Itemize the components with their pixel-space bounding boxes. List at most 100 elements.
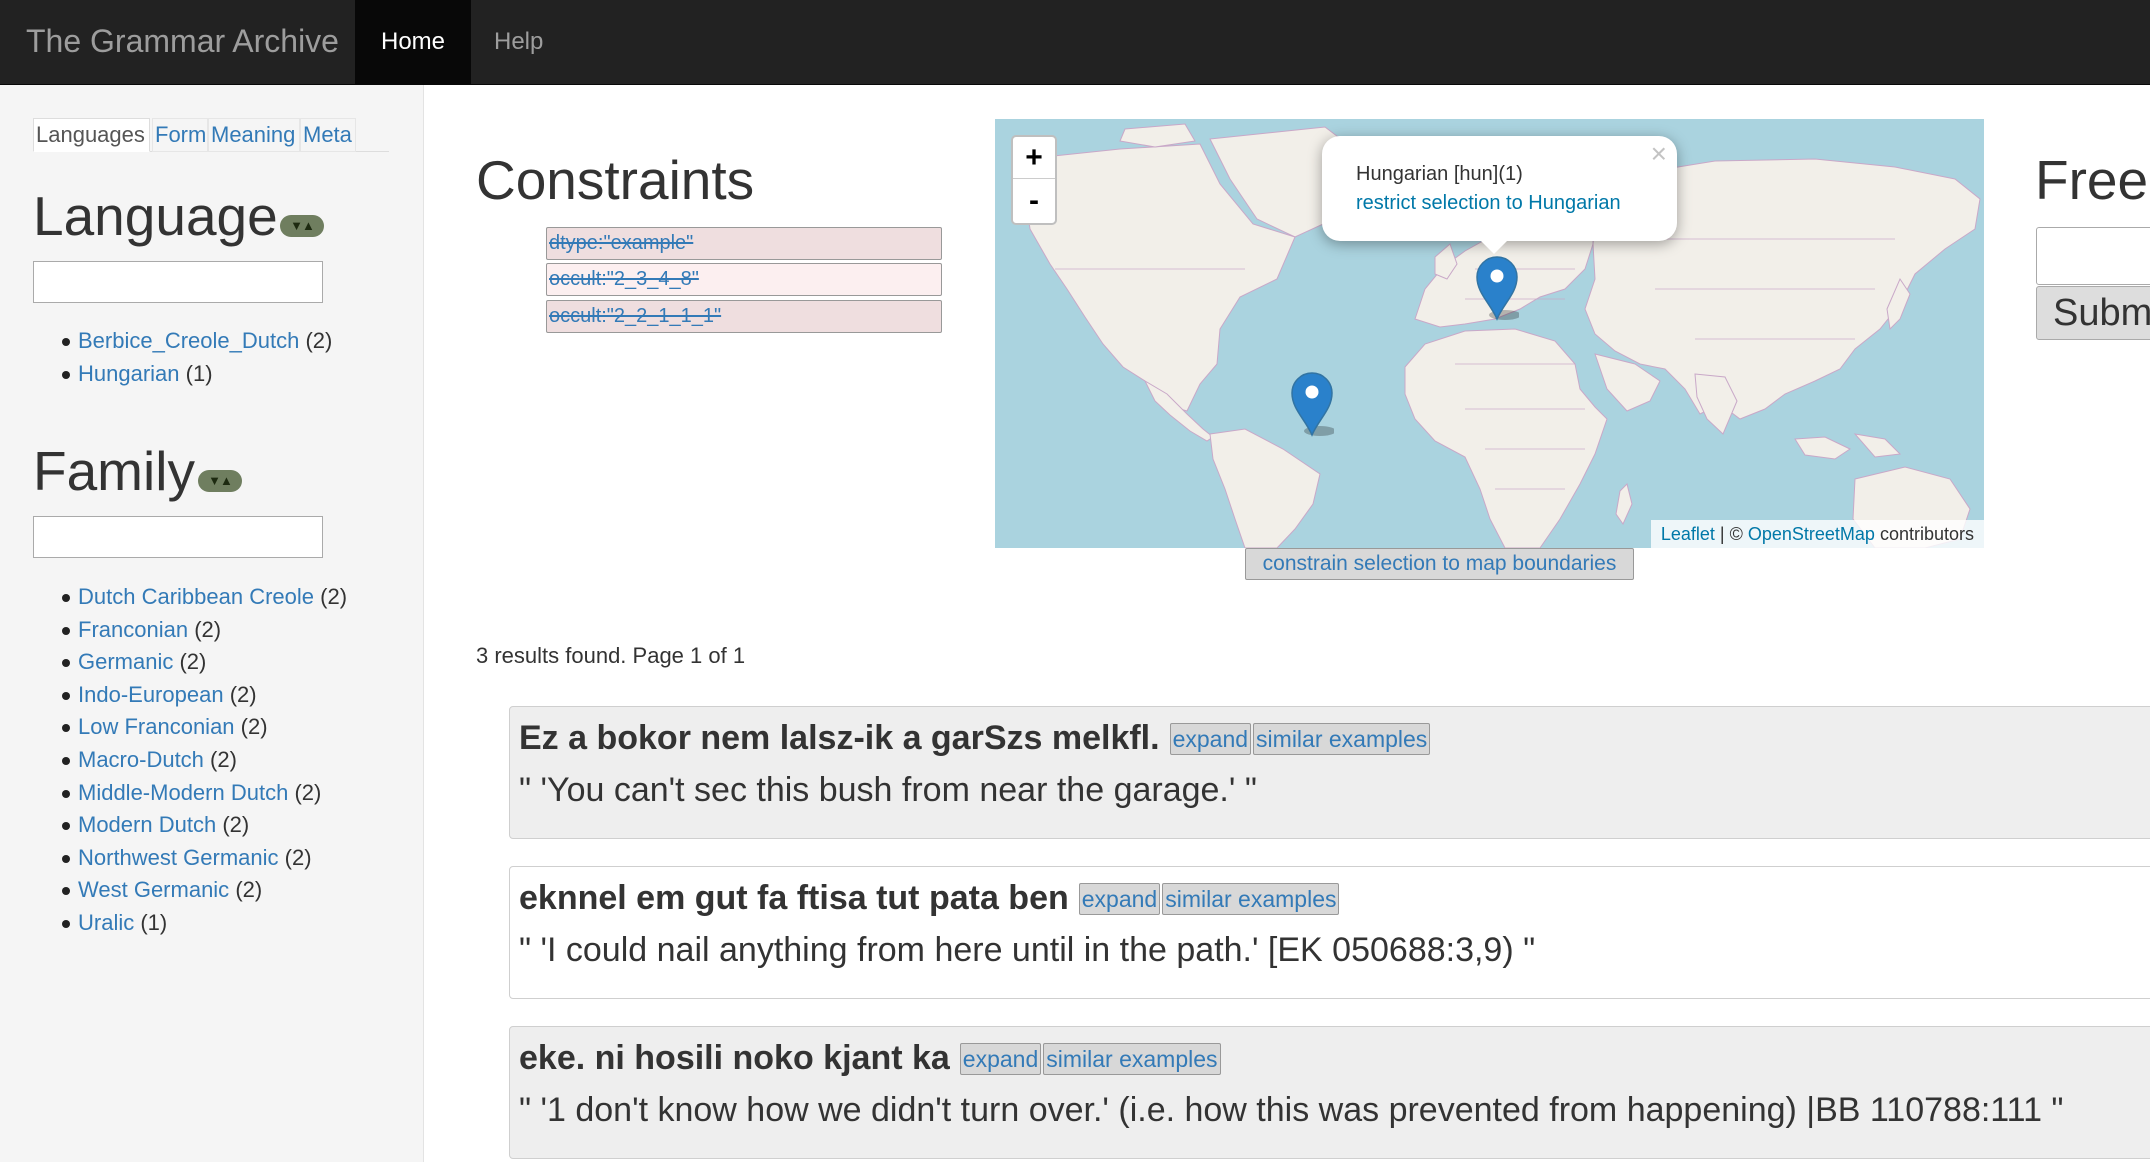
map[interactable]: + - Hungarian [hun](1) restrict selectio… (995, 119, 1984, 548)
language-link[interactable]: Berbice_Creole_Dutch (78, 328, 299, 353)
language-toggle-button[interactable]: ▼▲ (280, 215, 324, 237)
map-marker-berbice[interactable] (1290, 371, 1334, 437)
result-card: eknnel em gut fa ftisa tut pata ben expan… (509, 866, 2150, 999)
result-translation: " 'You can't sec this bush from near the… (519, 771, 1257, 809)
facet-count: (2) (240, 714, 268, 740)
facet-count: (2) (194, 616, 222, 642)
result-header: eke. ni hosili noko kjant ka expand simila… (519, 1039, 1221, 1078)
result-translation: " 'I could nail anything from here until… (519, 931, 1536, 969)
family-link[interactable]: Macro-Dutch (78, 747, 204, 772)
result-form: eke. ni hosili noko kjant ka (519, 1039, 950, 1077)
results-summary: 3 results found. Page 1 of 1 (476, 643, 746, 668)
facet-count: (2) (210, 746, 237, 772)
result-header: eknnel em gut fa ftisa tut pata ben expan… (519, 879, 1340, 918)
facet-count: (1) (185, 360, 213, 386)
leaflet-link[interactable]: Leaflet (1661, 524, 1715, 544)
brand-title[interactable]: The Grammar Archive (26, 0, 339, 85)
similar-examples-button[interactable]: similar examples (1043, 1042, 1221, 1075)
facet-tabs: Languages Form Meaning Meta (33, 118, 389, 152)
family-item: Northwest Germanic (2) (61, 842, 347, 875)
family-toggle-button[interactable]: ▼▲ (198, 470, 242, 492)
family-link[interactable]: Low Franconian (78, 714, 235, 739)
free-search-input[interactable] (2036, 227, 2150, 285)
family-item: Dutch Caribbean Creole (2) (61, 581, 348, 614)
facet-count: (2) (305, 328, 333, 353)
facet-count: (2) (179, 649, 207, 675)
family-item: Modern Dutch (2) (61, 809, 347, 842)
family-link[interactable]: Indo-European (78, 682, 224, 707)
submit-button[interactable]: Submi (2036, 286, 2150, 340)
family-item: Macro-Dutch (2) (61, 744, 347, 777)
family-link[interactable]: Germanic (78, 649, 173, 674)
family-link[interactable]: Franconian (78, 617, 188, 642)
family-link[interactable]: Dutch Caribbean Creole (78, 584, 314, 609)
tab-form[interactable]: Form (152, 118, 208, 152)
family-item: Middle-Modern Dutch (2) (61, 777, 347, 810)
close-icon[interactable]: × (1651, 138, 1667, 170)
facet-count: (2) (235, 877, 263, 903)
tab-meta[interactable]: Meta (300, 118, 356, 152)
constraint-remove-button[interactable]: dtype:"example" (546, 227, 942, 260)
family-item: Low Franconian (2) (61, 711, 347, 744)
similar-examples-button[interactable]: similar examples (1253, 722, 1431, 755)
result-form: Ez a bokor nem lalsz-ik a garSzs melkfl. (519, 719, 1160, 757)
constraint-remove-button[interactable]: occult:"2_2_1_1_1" (546, 300, 942, 333)
zoom-out-button[interactable]: - (1013, 180, 1055, 222)
language-link[interactable]: Hungarian (78, 361, 180, 386)
family-item: West Germanic (2) (61, 874, 347, 907)
facet-count: (1) (140, 909, 168, 935)
popup-tip (1474, 234, 1514, 254)
family-link[interactable]: Middle-Modern Dutch (78, 780, 288, 805)
result-card: Ez a bokor nem lalsz-ik a garSzs melkfl.… (509, 706, 2150, 839)
language-filter-input[interactable] (33, 261, 323, 303)
map-attribution: Leaflet | © OpenStreetMap contributors (1650, 520, 1984, 548)
popup-title: Hungarian [hun](1) (1356, 163, 1523, 185)
tab-languages[interactable]: Languages (33, 118, 150, 152)
facet-count: (2) (320, 584, 348, 609)
nav-help[interactable]: Help (468, 0, 569, 85)
family-item: Uralic (1) (61, 907, 347, 940)
constraint-remove-button[interactable]: occult:"2_3_4_8" (546, 263, 942, 296)
nav-home[interactable]: Home (355, 0, 472, 85)
osm-link[interactable]: OpenStreetMap (1748, 524, 1875, 544)
family-filter-input[interactable] (33, 516, 323, 558)
facet-count: (2) (229, 681, 257, 707)
family-item: Germanic (2) (61, 646, 347, 679)
free-search-title: Free (2035, 149, 2149, 211)
expand-button[interactable]: expand (1169, 722, 1252, 755)
facet-count: (2) (222, 812, 250, 838)
attribution-separator: | © (1714, 524, 1748, 544)
result-header: Ez a bokor nem lalsz-ik a garSzs melkfl.… (519, 719, 1431, 758)
language-item-berbice: Berbice_Creole_Dutch (2) (61, 325, 333, 358)
map-zoom-control: + - (1011, 135, 1057, 225)
family-facet-title: Family (33, 440, 195, 502)
attribution-suffix: contributors (1874, 524, 1974, 544)
sidebar: Languages Form Meaning Meta Language ▼▲ … (0, 85, 424, 1162)
family-item: Indo-European (2) (61, 679, 347, 712)
constrain-map-button[interactable]: constrain selection to map boundaries (1245, 548, 1634, 580)
map-marker-hungarian[interactable] (1475, 255, 1519, 321)
tab-meaning[interactable]: Meaning (208, 118, 300, 152)
family-link[interactable]: Modern Dutch (78, 812, 216, 837)
expand-button[interactable]: expand (1078, 882, 1161, 915)
expand-button[interactable]: expand (959, 1042, 1042, 1075)
map-popup: Hungarian [hun](1) restrict selection to… (1322, 136, 1677, 241)
zoom-in-button[interactable]: + (1013, 137, 1055, 179)
family-link[interactable]: Uralic (78, 910, 134, 935)
facet-count: (2) (284, 844, 312, 870)
family-link[interactable]: West Germanic (78, 877, 229, 902)
language-facet-title: Language (33, 185, 278, 247)
family-facet-list: Dutch Caribbean Creole (2) Franconian (2… (61, 581, 348, 940)
constraints-title: Constraints (476, 149, 755, 211)
family-item: Franconian (2) (61, 614, 347, 647)
navbar: The Grammar Archive Home Help (0, 0, 2150, 85)
restrict-selection-link[interactable]: restrict selection to Hungarian (1356, 192, 1621, 215)
result-card: eke. ni hosili noko kjant ka expand simila… (509, 1026, 2150, 1159)
result-translation: " '1 don't know how we didn't turn over.… (519, 1091, 2064, 1129)
result-form: eknnel em gut fa ftisa tut pata ben (519, 879, 1069, 917)
language-item-hungarian: Hungarian (1) (61, 358, 332, 391)
similar-examples-button[interactable]: similar examples (1162, 882, 1340, 915)
facet-count: (2) (294, 779, 322, 805)
language-facet-list: Berbice_Creole_Dutch (2) Hungarian (1) (61, 325, 333, 391)
family-link[interactable]: Northwest Germanic (78, 845, 279, 870)
